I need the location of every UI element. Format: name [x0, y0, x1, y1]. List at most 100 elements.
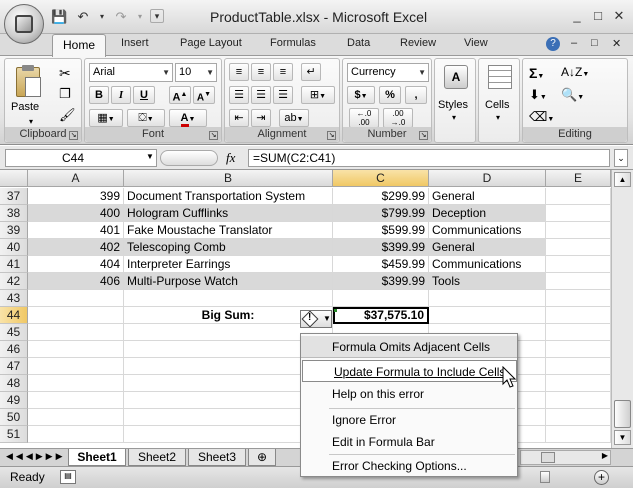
- name-box-dropdown-icon[interactable]: ▼: [146, 152, 154, 161]
- office-button[interactable]: [4, 4, 44, 44]
- cell-d[interactable]: [429, 290, 546, 307]
- find-select-icon[interactable]: 🔍▼: [561, 87, 584, 103]
- tab-page-layout[interactable]: Page Layout: [180, 37, 242, 49]
- shrink-font-button[interactable]: A▼: [193, 86, 215, 104]
- cell-b[interactable]: Fake Moustache Translator: [124, 222, 333, 239]
- minimize-button[interactable]: _: [568, 8, 586, 24]
- sheet-nav-icons[interactable]: ◀◀◀▶▶▶: [6, 451, 66, 462]
- cell-a[interactable]: [28, 358, 124, 375]
- cell-d[interactable]: Tools: [429, 273, 546, 290]
- row-header[interactable]: 50: [0, 409, 28, 426]
- cell-e[interactable]: [546, 290, 611, 307]
- tab-formulas[interactable]: Formulas: [270, 37, 316, 49]
- fill-color-button[interactable]: ⛋▼: [127, 109, 165, 127]
- horizontal-scrollbar[interactable]: ▶: [520, 450, 611, 465]
- font-size-combo[interactable]: 10 ▼: [175, 63, 217, 82]
- ribbon-close-icon[interactable]: ✕: [612, 37, 621, 50]
- cell-b[interactable]: Multi-Purpose Watch: [124, 273, 333, 290]
- cell-a[interactable]: [28, 324, 124, 341]
- row-header[interactable]: 42: [0, 273, 28, 290]
- cell-e[interactable]: [546, 358, 611, 375]
- italic-button[interactable]: I: [111, 86, 131, 104]
- h-scrollbar-thumb[interactable]: [541, 452, 555, 463]
- fill-icon[interactable]: ⬇▼: [529, 87, 547, 103]
- cell-d[interactable]: Communications: [429, 222, 546, 239]
- cell-d[interactable]: General: [429, 188, 546, 205]
- row-header[interactable]: 47: [0, 358, 28, 375]
- undo-icon[interactable]: ↶: [74, 7, 92, 25]
- tab-insert[interactable]: Insert: [121, 37, 149, 49]
- cut-icon[interactable]: ✂: [59, 65, 71, 82]
- restore-button[interactable]: □: [589, 8, 607, 24]
- cell-e[interactable]: [546, 392, 611, 409]
- cell-b[interactable]: Hologram Cufflinks: [124, 205, 333, 222]
- middle-align-icon[interactable]: ≡: [251, 63, 271, 81]
- cell-e[interactable]: [546, 205, 611, 222]
- cell-e[interactable]: [546, 239, 611, 256]
- wrap-text-icon[interactable]: ↵: [301, 63, 321, 81]
- save-icon[interactable]: 💾: [50, 7, 68, 25]
- row-header[interactable]: 39: [0, 222, 28, 239]
- redo-dropdown-icon[interactable]: ▾: [136, 7, 144, 25]
- scroll-down-icon[interactable]: ▼: [614, 430, 631, 445]
- sheet-tab-1[interactable]: Sheet1: [68, 449, 126, 466]
- cell-e[interactable]: [546, 341, 611, 358]
- help-icon[interactable]: ?: [546, 37, 560, 51]
- currency-button[interactable]: $▼: [347, 86, 375, 104]
- paste-dropdown-icon[interactable]: ▾: [29, 117, 33, 126]
- clipboard-launcher-icon[interactable]: ↘: [69, 131, 78, 140]
- cell-b[interactable]: [124, 290, 333, 307]
- cell-c[interactable]: $599.99: [333, 222, 429, 239]
- cell-e[interactable]: [546, 188, 611, 205]
- copy-icon[interactable]: ❐: [59, 86, 71, 102]
- increase-indent-icon[interactable]: ⇥: [251, 109, 271, 127]
- scroll-up-icon[interactable]: ▲: [614, 172, 631, 187]
- styles-group[interactable]: A Styles ▾: [434, 58, 476, 143]
- macro-record-icon[interactable]: ▤: [60, 470, 76, 484]
- zoom-slider-thumb[interactable]: [540, 471, 550, 483]
- cell-e[interactable]: [546, 375, 611, 392]
- cell-d[interactable]: Communications: [429, 256, 546, 273]
- row-header[interactable]: 41: [0, 256, 28, 273]
- row-header[interactable]: 37: [0, 188, 28, 205]
- menu-item-edit-formula-bar[interactable]: Edit in Formula Bar: [301, 431, 517, 453]
- cell-b[interactable]: Telescoping Comb: [124, 239, 333, 256]
- column-header-c[interactable]: C: [333, 170, 429, 187]
- increase-decimal-button[interactable]: ←.0 .00: [349, 108, 379, 128]
- sheet-tab-3[interactable]: Sheet3: [188, 449, 246, 466]
- close-button[interactable]: ✕: [610, 8, 628, 24]
- format-painter-icon[interactable]: 🖌: [59, 107, 76, 123]
- row-header[interactable]: 49: [0, 392, 28, 409]
- cell-c[interactable]: $459.99: [333, 256, 429, 273]
- cell-a[interactable]: 399: [28, 188, 124, 205]
- zoom-in-icon[interactable]: +: [594, 470, 609, 485]
- sheet-tab-2[interactable]: Sheet2: [128, 449, 186, 466]
- cell-d[interactable]: General: [429, 239, 546, 256]
- number-format-combo[interactable]: Currency ▼: [347, 63, 429, 82]
- column-header-a[interactable]: A: [28, 170, 124, 187]
- cell-a[interactable]: 406: [28, 273, 124, 290]
- row-header[interactable]: 45: [0, 324, 28, 341]
- scrollbar-thumb[interactable]: [614, 400, 631, 428]
- big-sum-cell[interactable]: $37,575.10: [333, 307, 429, 324]
- ribbon-restore-icon[interactable]: □: [591, 37, 598, 49]
- menu-item-update-formula[interactable]: Update Formula to Include Cells: [302, 360, 517, 382]
- paste-button[interactable]: Paste: [11, 101, 39, 113]
- decrease-decimal-button[interactable]: .00 →.0: [383, 108, 413, 128]
- decrease-indent-icon[interactable]: ⇤: [229, 109, 249, 127]
- clear-icon[interactable]: ⌫▼: [529, 109, 554, 125]
- name-box[interactable]: C44: [5, 149, 157, 167]
- row-header[interactable]: 51: [0, 426, 28, 443]
- scroll-right-icon[interactable]: ▶: [602, 451, 608, 460]
- cell-a[interactable]: 401: [28, 222, 124, 239]
- insert-function-icon[interactable]: fx: [226, 150, 235, 166]
- column-header-d[interactable]: D: [429, 170, 546, 187]
- cells-group[interactable]: Cells ▾: [478, 58, 520, 143]
- font-color-button[interactable]: A▼: [169, 109, 207, 127]
- cell-c[interactable]: $399.99: [333, 273, 429, 290]
- row-header[interactable]: 46: [0, 341, 28, 358]
- sort-filter-icon[interactable]: A↓Z▼: [561, 65, 589, 79]
- cell-d[interactable]: Deception: [429, 205, 546, 222]
- menu-item-options[interactable]: Error Checking Options...: [301, 455, 517, 477]
- cell-a[interactable]: 400: [28, 205, 124, 222]
